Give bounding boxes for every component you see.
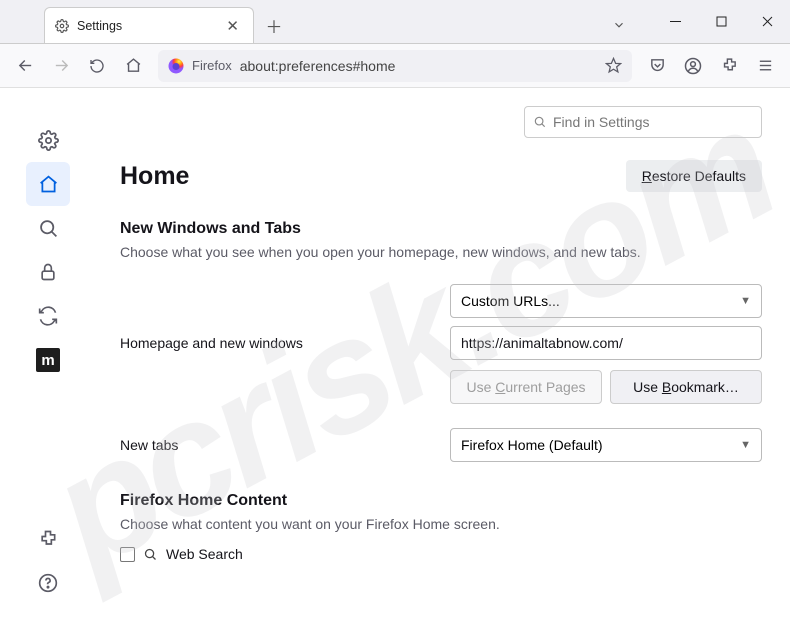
window-minimize-button[interactable] <box>652 5 698 37</box>
forward-button <box>44 50 78 82</box>
search-icon <box>143 547 158 562</box>
window-maximize-button[interactable] <box>698 5 744 37</box>
back-button[interactable] <box>8 50 42 82</box>
section-home-content-title: Firefox Home Content <box>120 492 762 510</box>
browser-tab-settings[interactable]: Settings ✕ <box>44 7 254 43</box>
sidebar-item-extensions[interactable] <box>26 517 70 561</box>
lock-icon <box>38 262 58 282</box>
title-bar: Settings ✕ ＋ <box>0 0 790 44</box>
settings-sidebar: m <box>0 88 96 617</box>
account-button[interactable] <box>676 50 710 82</box>
sidebar-item-sync[interactable] <box>26 294 70 338</box>
page-title: Home <box>120 162 189 191</box>
newtabs-value: Firefox Home (Default) <box>461 437 603 453</box>
mozilla-icon: m <box>36 348 60 372</box>
chevron-down-icon <box>612 18 626 32</box>
search-icon <box>533 115 547 129</box>
section-new-windows-desc: Choose what you see when you open your h… <box>120 244 762 260</box>
search-icon <box>38 218 59 239</box>
newtabs-label: New tabs <box>120 437 450 453</box>
reload-button[interactable] <box>80 50 114 82</box>
bookmark-star-icon[interactable] <box>605 57 622 74</box>
homepage-url-value: https://animaltabnow.com/ <box>461 335 623 351</box>
use-current-pages-button: Use Current Pages <box>450 370 602 404</box>
sidebar-item-general[interactable] <box>26 118 70 162</box>
homepage-url-input[interactable]: https://animaltabnow.com/ <box>450 326 762 360</box>
identity-label: Firefox <box>192 58 232 73</box>
section-new-windows-title: New Windows and Tabs <box>120 220 762 238</box>
help-icon <box>38 573 58 593</box>
window-close-button[interactable] <box>744 5 790 37</box>
section-home-content-desc: Choose what content you want on your Fir… <box>120 516 762 532</box>
sidebar-item-more[interactable]: m <box>26 338 70 382</box>
home-button[interactable] <box>116 50 150 82</box>
sync-icon <box>38 306 58 326</box>
tab-list-dropdown[interactable] <box>604 7 634 43</box>
gear-icon <box>38 130 59 151</box>
websearch-label: Web Search <box>166 546 243 562</box>
home-icon <box>38 174 59 195</box>
puzzle-icon <box>38 529 58 549</box>
sidebar-item-home[interactable] <box>26 162 70 206</box>
homepage-label: Homepage and new windows <box>120 335 450 351</box>
find-placeholder: Find in Settings <box>553 114 650 130</box>
newtabs-select[interactable]: Firefox Home (Default) ▼ <box>450 428 762 462</box>
extensions-button[interactable] <box>712 50 746 82</box>
pocket-button[interactable] <box>640 50 674 82</box>
sidebar-item-help[interactable] <box>26 561 70 605</box>
url-text: about:preferences#home <box>240 58 597 74</box>
tab-gear-icon <box>55 19 69 33</box>
sidebar-item-privacy[interactable] <box>26 250 70 294</box>
homepage-mode-select[interactable]: Custom URLs... ▼ <box>450 284 762 318</box>
chevron-down-icon: ▼ <box>740 439 751 451</box>
nav-toolbar: Firefox about:preferences#home <box>0 44 790 88</box>
content-area: m Find in Settings Home Restore Defaults… <box>0 88 790 617</box>
websearch-checkbox[interactable] <box>120 547 135 562</box>
settings-main: Find in Settings Home Restore Defaults N… <box>96 88 790 617</box>
chevron-down-icon: ▼ <box>740 295 751 307</box>
firefox-logo-icon <box>168 58 184 74</box>
restore-defaults-button[interactable]: Restore Defaults <box>626 160 762 192</box>
homepage-mode-value: Custom URLs... <box>461 293 560 309</box>
new-tab-button[interactable]: ＋ <box>260 11 288 39</box>
tab-title: Settings <box>77 19 222 33</box>
app-menu-button[interactable] <box>748 50 782 82</box>
tab-close-icon[interactable]: ✕ <box>222 17 243 35</box>
use-bookmark-button[interactable]: Use Bookmark… <box>610 370 762 404</box>
sidebar-item-search[interactable] <box>26 206 70 250</box>
find-in-settings-input[interactable]: Find in Settings <box>524 106 762 138</box>
url-bar[interactable]: Firefox about:preferences#home <box>158 50 632 82</box>
window-controls <box>652 0 790 43</box>
